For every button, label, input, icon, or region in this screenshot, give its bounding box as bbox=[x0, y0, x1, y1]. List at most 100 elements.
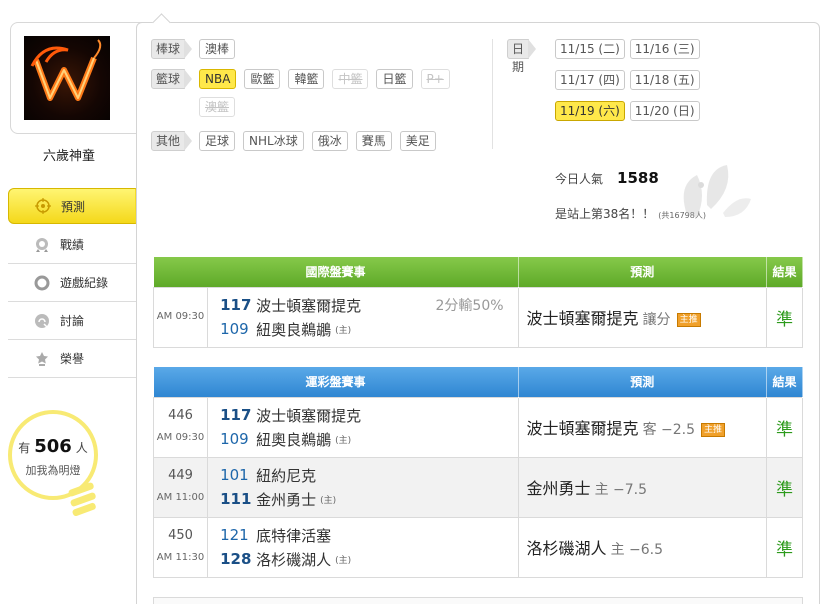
category-basketball: 籃球 NBA 歐籃 韓籃 中籃 日籃 P+ 澳籃 bbox=[151, 69, 471, 125]
date-chip[interactable]: 11/18 (五) bbox=[629, 70, 700, 90]
home-score: 128 bbox=[220, 550, 252, 568]
result-cell: 準 bbox=[765, 456, 804, 518]
chip-nhl[interactable]: NHL冰球 bbox=[243, 131, 304, 151]
avatar[interactable] bbox=[24, 36, 110, 120]
side-nav: 預測 戰績 遊戲紀錄 討論 榮譽 bbox=[8, 188, 145, 378]
home-team[interactable]: 紐奧良鵜鶘 bbox=[256, 319, 331, 340]
pick-line: 主 −7.5 bbox=[594, 482, 648, 498]
nav-item-record[interactable]: 戰績 bbox=[8, 226, 136, 264]
home-mark: (主) bbox=[320, 495, 337, 506]
date-label: 日期 bbox=[507, 39, 537, 74]
medal-icon bbox=[34, 351, 50, 367]
game-matchup: 101 紐約尼克 111 金州勇士 (主) bbox=[207, 456, 519, 518]
away-score: 101 bbox=[220, 466, 249, 484]
category-other: 其他 足球 NHL冰球 俄冰 賽馬 美足 bbox=[151, 131, 471, 159]
date-chip[interactable]: 11/17 (四) bbox=[555, 70, 625, 90]
intl-header-games: 國際盤賽事 bbox=[153, 257, 519, 287]
chip-american-football[interactable]: 美足 bbox=[399, 131, 436, 151]
home-team[interactable]: 紐奧良鵜鶘 bbox=[256, 429, 331, 450]
chip-nba[interactable]: NBA bbox=[199, 69, 237, 89]
pick-team: 金州勇士 bbox=[526, 479, 591, 498]
rank-text: 是站上第38名！！ bbox=[555, 207, 655, 221]
popularity-label: 今日人氣 bbox=[555, 172, 604, 186]
follower-count-line: 有 506 人 bbox=[12, 436, 94, 457]
game-time: AM 11:30 bbox=[156, 552, 205, 563]
home-score: 109 bbox=[220, 430, 249, 448]
date-chip[interactable]: 11/16 (三) bbox=[629, 39, 700, 59]
nav-item-label: 討論 bbox=[60, 314, 85, 328]
spread-result: 2分輸50% bbox=[435, 298, 504, 314]
pick-team: 洛杉磯湖人 bbox=[526, 539, 607, 558]
nav-item-honor[interactable]: 榮譽 bbox=[8, 340, 136, 378]
chip-soccer[interactable]: 足球 bbox=[199, 131, 236, 151]
category-label-baseball: 棒球 bbox=[151, 39, 193, 59]
nav-item-game-log[interactable]: 遊戲紀錄 bbox=[8, 264, 136, 302]
away-team[interactable]: 紐約尼克 bbox=[256, 465, 316, 486]
chip-korea-basketball[interactable]: 韓籃 bbox=[288, 69, 325, 89]
prediction-cell: 洛杉磯湖人主 −6.5 bbox=[517, 516, 767, 578]
away-team[interactable]: 底特律活塞 bbox=[256, 525, 331, 546]
main-pick-badge: 主推 bbox=[676, 313, 701, 327]
date-chip-selected[interactable]: 11/19 (六) bbox=[555, 101, 625, 121]
table-row: 446 AM 09:30 117 波士頓塞爾提克 109 紐奧良鵜鶘 (主) 波 bbox=[152, 396, 804, 458]
result-cell: 準 bbox=[765, 516, 804, 578]
chip-japan-basketball[interactable]: 日籃 bbox=[376, 69, 413, 89]
chip-aus-baseball[interactable]: 澳棒 bbox=[199, 39, 236, 59]
home-score: 111 bbox=[220, 490, 252, 508]
follower-prefix: 有 bbox=[18, 441, 31, 455]
prediction-cell: 金州勇士主 −7.5 bbox=[517, 456, 767, 518]
chip-russia-hockey[interactable]: 俄冰 bbox=[311, 131, 348, 151]
popularity-value: 1588 bbox=[617, 169, 659, 187]
record-icon bbox=[34, 237, 50, 253]
lottery-header-result: 結果 bbox=[766, 367, 804, 397]
nav-item-label: 遊戲紀錄 bbox=[60, 276, 109, 290]
home-mark: (主) bbox=[335, 325, 352, 336]
table-row: 450 AM 11:30 121 底特律活塞 128 洛杉磯湖人 (主) 洛杉磯 bbox=[152, 516, 804, 578]
chip-china-basketball: 中籃 bbox=[332, 69, 369, 89]
home-team[interactable]: 洛杉磯湖人 bbox=[256, 549, 331, 570]
nav-item-discuss[interactable]: 討論 bbox=[8, 302, 136, 340]
away-team[interactable]: 波士頓塞爾提克 bbox=[256, 295, 361, 316]
follower-count: 506 bbox=[34, 436, 72, 457]
follower-suffix: 人 bbox=[75, 441, 88, 455]
game-number: 450 bbox=[168, 528, 193, 543]
game-number: 449 bbox=[168, 468, 193, 483]
main-pick-badge: 主推 bbox=[701, 423, 726, 437]
game-matchup: 121 底特律活塞 128 洛杉磯湖人 (主) bbox=[207, 516, 519, 578]
game-number-time: 446 AM 09:30 bbox=[152, 396, 209, 458]
follow-me-link[interactable]: 加我為明燈 bbox=[12, 462, 94, 478]
game-matchup: 117 波士頓塞爾提克 109 紐奧良鵜鶘 (主) bbox=[207, 396, 519, 458]
pick-team: 波士頓塞爾提克 bbox=[526, 309, 639, 328]
pick-team: 波士頓塞爾提克 bbox=[526, 419, 639, 438]
pick-type: 讓分 bbox=[642, 312, 671, 328]
nav-item-predict[interactable]: 預測 bbox=[8, 188, 145, 224]
date-chip-list: 11/15 (二) 11/16 (三) 11/17 (四) 11/18 (五) … bbox=[555, 39, 775, 132]
lottery-header-pick: 預測 bbox=[518, 367, 767, 397]
next-section-box bbox=[153, 597, 803, 604]
prediction-cell: 波士頓塞爾提克 讓分 主推 bbox=[517, 286, 767, 348]
table-row: 449 AM 11:00 101 紐約尼克 111 金州勇士 (主) 金州勇士主 bbox=[152, 456, 804, 518]
away-score: 117 bbox=[220, 296, 252, 314]
chip-aus-basketball: 澳籃 bbox=[199, 97, 236, 117]
intl-games-table: 國際盤賽事 預測 結果 AM 09:30 117 波士頓塞爾提克 2分輸50% … bbox=[152, 257, 804, 348]
intl-header-result: 結果 bbox=[766, 257, 804, 287]
category-label-basketball: 籃球 bbox=[151, 69, 193, 89]
chip-p-plus: P+ bbox=[420, 69, 450, 89]
away-team[interactable]: 波士頓塞爾提克 bbox=[256, 405, 361, 426]
date-chip[interactable]: 11/15 (二) bbox=[555, 39, 625, 59]
bulb-base-icon bbox=[68, 482, 96, 517]
home-team[interactable]: 金州勇士 bbox=[256, 489, 316, 510]
chip-horse-racing[interactable]: 賽馬 bbox=[355, 131, 392, 151]
lottery-header-games: 運彩盤賽事 bbox=[153, 367, 519, 397]
date-chip[interactable]: 11/20 (日) bbox=[629, 101, 700, 121]
game-number-time: 449 AM 11:00 bbox=[152, 456, 209, 518]
chip-euro-basketball[interactable]: 歐籃 bbox=[244, 69, 281, 89]
avatar-frame bbox=[10, 22, 148, 134]
game-time: AM 11:00 bbox=[156, 492, 205, 503]
target-icon bbox=[35, 198, 51, 214]
result-cell: 準 bbox=[765, 396, 804, 458]
game-time: AM 09:30 bbox=[156, 432, 205, 443]
pick-line: 客 −2.5 bbox=[642, 422, 696, 438]
decoration-icon bbox=[683, 165, 751, 217]
nav-item-label: 戰績 bbox=[60, 238, 85, 252]
